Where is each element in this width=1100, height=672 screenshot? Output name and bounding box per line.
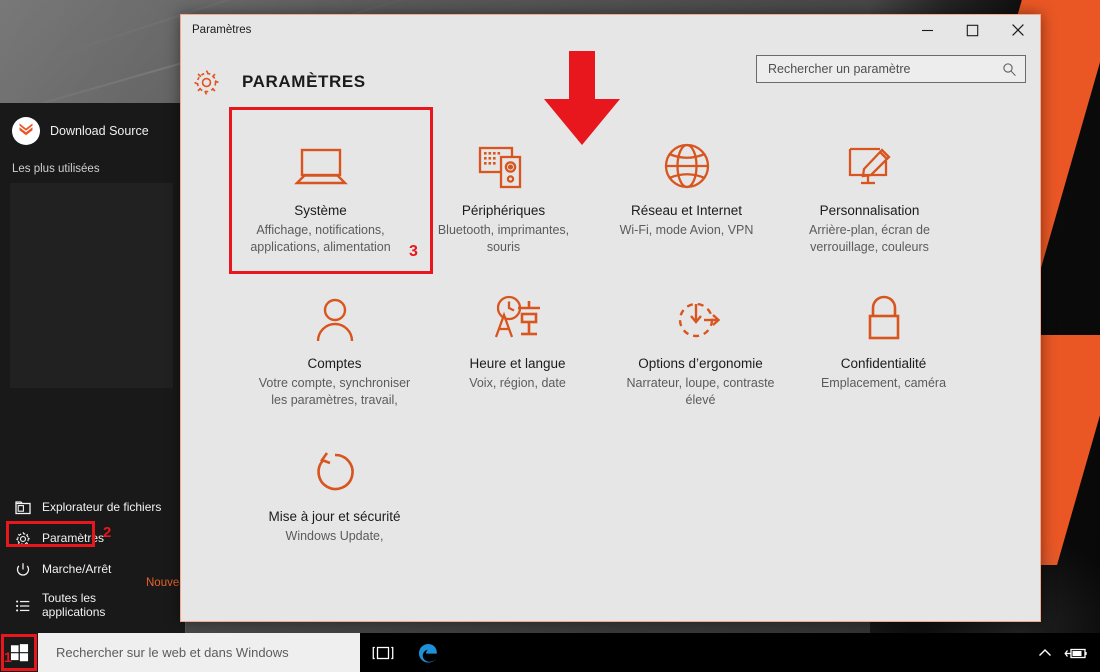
tile-description: Narrateur, loupe, contraste élevé — [626, 375, 775, 407]
ease-of-access-icon — [619, 288, 782, 344]
list-icon — [14, 598, 31, 615]
settings-tile-systeme[interactable]: Système Affichage, notifications, applic… — [229, 117, 412, 266]
battery-charging-icon[interactable] — [1064, 646, 1088, 660]
tiles-row-2: Comptes Votre compte, synchroniser les p… — [181, 270, 1040, 419]
search-placeholder: Rechercher sur le web et dans Windows — [56, 645, 289, 660]
close-button[interactable] — [995, 15, 1040, 45]
globe-icon — [605, 135, 768, 191]
sidebar-item-file-explorer[interactable]: Explorateur de fichiers — [0, 492, 185, 523]
maximize-button[interactable] — [950, 15, 995, 45]
window-title: Paramètres — [192, 24, 252, 36]
chevron-up-icon[interactable] — [1038, 648, 1052, 658]
settings-window: Paramètres PARAMÈTRES Rechercher un para… — [180, 14, 1041, 622]
power-icon — [14, 561, 31, 578]
windows-logo-icon — [10, 643, 29, 662]
tile-title: Confidentialité — [840, 355, 927, 371]
settings-tile-comptes[interactable]: Comptes Votre compte, synchroniser les p… — [243, 270, 426, 419]
sidebar-item-settings[interactable]: Paramètres 2 — [0, 521, 185, 554]
start-menu-bottom-items: Explorateur de fichiers Paramètres 2 Mar… — [0, 492, 185, 627]
step-marker-2: 2 — [103, 524, 112, 542]
red-down-arrow — [543, 51, 621, 146]
sidebar-item-all-apps[interactable]: Toutes les applications — [0, 585, 185, 627]
paintbrush-screen-icon — [788, 135, 951, 191]
tile-description: Emplacement, caméra — [820, 375, 947, 390]
settings-tile-confidentialite[interactable]: Confidentialité Emplacement, caméra — [792, 270, 975, 419]
tile-description: Votre compte, synchroniser les paramètre… — [258, 375, 411, 407]
refresh-circle-icon — [253, 441, 416, 497]
tile-description: Voix, région, date — [469, 375, 566, 390]
sidebar-item-label: Marche/Arrêt — [42, 562, 112, 576]
person-icon — [253, 288, 416, 344]
start-button[interactable]: 1 — [0, 633, 38, 672]
search-icon — [1002, 62, 1017, 77]
laptop-icon — [239, 135, 402, 191]
settings-tile-mise-a-jour[interactable]: Mise à jour et sécurité Windows Update, — [243, 423, 426, 555]
settings-tile-heure-langue[interactable]: Heure et langue Voix, région, date — [426, 270, 609, 419]
start-menu-tile-area — [10, 183, 173, 388]
start-menu-user[interactable]: Download Source — [0, 103, 185, 155]
tile-title: Options d’ergonomie — [638, 355, 763, 371]
window-titlebar[interactable]: Paramètres — [181, 15, 1040, 45]
sidebar-item-label: Explorateur de fichiers — [42, 500, 162, 514]
settings-tiles-grid: Système Affichage, notifications, applic… — [181, 107, 1040, 554]
tile-description: Arrière-plan, écran de verrouillage, cou… — [809, 223, 930, 254]
step-marker-1: 1 — [4, 649, 12, 665]
minimize-button[interactable] — [905, 15, 950, 45]
window-controls — [905, 15, 1040, 45]
taskbar-search-input[interactable]: Rechercher sur le web et dans Windows — [38, 633, 360, 672]
start-menu: Download Source Les plus utilisées Explo… — [0, 103, 192, 633]
tile-title: Réseau et Internet — [630, 203, 743, 218]
tile-description: Affichage, notifications, applications, … — [250, 223, 391, 254]
double-chevron-down-icon — [12, 117, 40, 145]
tile-description: Windows Update, — [285, 528, 384, 543]
task-view-icon[interactable] — [360, 645, 406, 661]
gear-icon — [193, 69, 220, 96]
taskbar: 1 Rechercher sur le web et dans Windows — [0, 633, 1100, 672]
tile-title: Comptes — [307, 355, 362, 371]
search-placeholder: Rechercher un paramètre — [768, 62, 911, 76]
settings-tile-personnalisation[interactable]: Personnalisation Arrière-plan, écran de … — [778, 117, 961, 266]
start-menu-user-name: Download Source — [50, 124, 149, 138]
gear-icon — [14, 530, 31, 547]
tile-description: Bluetooth, imprimantes, souris — [437, 223, 570, 254]
clock-language-icon — [436, 288, 599, 344]
tiles-row-3: Mise à jour et sécurité Windows Update, — [181, 423, 1040, 555]
step-marker-3: 3 — [409, 243, 418, 260]
edge-browser-icon[interactable] — [406, 640, 450, 666]
page-title: PARAMÈTRES — [242, 72, 366, 91]
sidebar-item-label: Toutes les applications — [42, 591, 106, 620]
tile-title: Heure et langue — [469, 355, 566, 371]
system-tray — [1038, 646, 1100, 660]
settings-tile-ergonomie[interactable]: Options d’ergonomie Narrateur, loupe, co… — [609, 270, 792, 419]
settings-tile-reseau[interactable]: Réseau et Internet Wi-Fi, mode Avion, VP… — [595, 117, 778, 266]
tile-title: Périphériques — [461, 203, 546, 218]
tile-description: Wi-Fi, mode Avion, VPN — [619, 223, 754, 237]
search-settings-input[interactable]: Rechercher un paramètre — [756, 55, 1026, 83]
lock-icon — [802, 288, 965, 344]
most-used-label: Les plus utilisées — [12, 163, 100, 175]
tile-title: Personnalisation — [819, 203, 920, 218]
folder-icon — [14, 499, 31, 516]
sidebar-item-label: Paramètres — [42, 531, 105, 545]
tile-title: Système — [294, 203, 347, 218]
tile-title: Mise à jour et sécurité — [268, 508, 401, 524]
